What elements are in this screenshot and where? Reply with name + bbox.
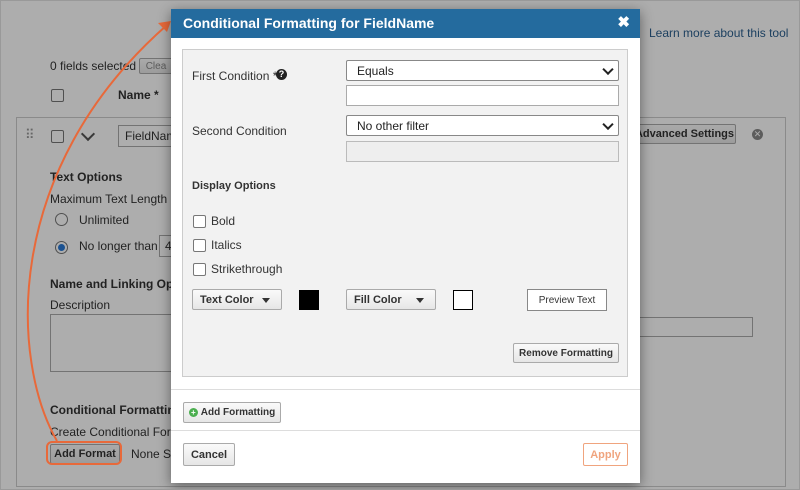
first-condition-input[interactable] xyxy=(346,85,619,106)
italics-checkbox[interactable] xyxy=(193,239,206,252)
display-options-title: Display Options xyxy=(192,180,276,192)
apply-button[interactable]: Apply xyxy=(583,443,628,466)
add-icon: + xyxy=(188,408,198,417)
caret-down-icon xyxy=(262,298,270,303)
fill-color-dropdown[interactable]: Fill Color xyxy=(346,289,436,310)
second-condition-label: Second Condition xyxy=(192,124,287,138)
dialog-title: Conditional Formatting for FieldName xyxy=(183,15,435,31)
text-color-swatch[interactable] xyxy=(299,290,319,310)
text-color-dropdown[interactable]: Text Color xyxy=(192,289,282,310)
bold-checkbox[interactable] xyxy=(193,215,206,228)
text-color-label: Text Color xyxy=(200,293,254,306)
help-glyph: ? xyxy=(278,69,285,79)
first-condition-select[interactable]: Equals xyxy=(346,60,619,81)
chevron-down-icon xyxy=(602,118,614,130)
chevron-down-icon xyxy=(602,63,614,75)
conditional-formatting-dialog: Conditional Formatting for FieldName ✖ F… xyxy=(171,9,640,483)
remove-formatting-label: Remove Formatting xyxy=(519,347,613,359)
preview-text: Preview Text xyxy=(538,294,596,306)
italics-label: Italics xyxy=(211,238,242,252)
fill-color-label: Fill Color xyxy=(354,293,402,306)
divider xyxy=(171,430,640,431)
second-condition-input xyxy=(346,141,619,162)
help-icon[interactable]: ? xyxy=(276,69,287,80)
screenshot-frame: Learn more about this tool 0 fields sele… xyxy=(0,0,800,490)
apply-label: Apply xyxy=(590,448,621,461)
second-condition-select[interactable]: No other filter xyxy=(346,115,619,136)
caret-down-icon xyxy=(416,298,424,303)
second-condition-value: No other filter xyxy=(357,118,430,133)
remove-formatting-button[interactable]: Remove Formatting xyxy=(513,343,619,363)
first-condition-value: Equals xyxy=(357,63,394,78)
strikethrough-label: Strikethrough xyxy=(211,262,283,276)
add-formatting-button[interactable]: + Add Formatting xyxy=(183,402,281,423)
bold-label: Bold xyxy=(211,214,236,228)
cancel-button[interactable]: Cancel xyxy=(183,443,235,466)
strikethrough-checkbox[interactable] xyxy=(193,263,206,276)
preview-text-box: Preview Text xyxy=(527,289,607,311)
cancel-label: Cancel xyxy=(190,448,228,461)
dialog-header: Conditional Formatting for FieldName ✖ xyxy=(171,9,640,38)
condition-panel: First Condition * ? Equals Second Condit… xyxy=(182,49,628,377)
divider xyxy=(171,389,640,390)
add-formatting-label: Add Formatting xyxy=(200,407,276,418)
first-condition-label: First Condition * xyxy=(192,69,278,83)
close-icon[interactable]: ✖ xyxy=(617,13,630,31)
fill-color-swatch[interactable] xyxy=(453,290,473,310)
